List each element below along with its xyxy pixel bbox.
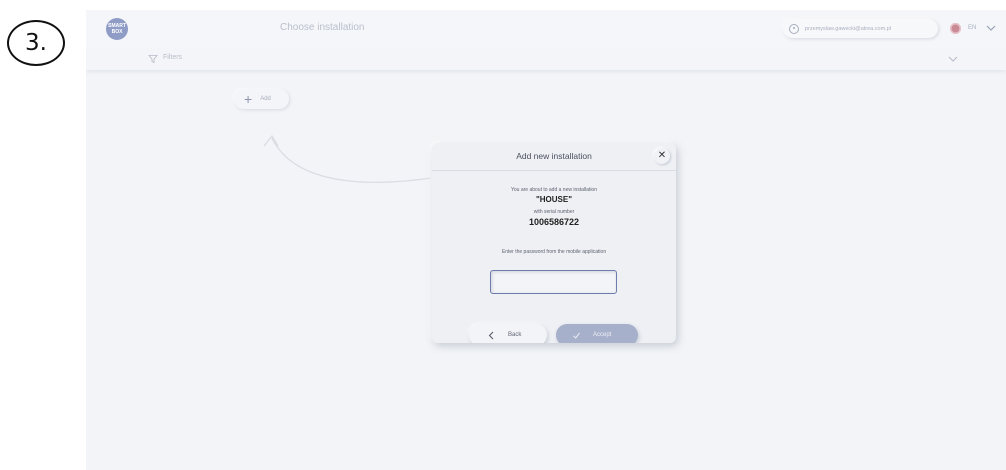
filter-icon bbox=[148, 55, 158, 64]
add-installation-button[interactable]: + Add bbox=[234, 89, 289, 109]
about-text: You are about to add a new installation bbox=[511, 187, 597, 193]
hint-arrow-icon bbox=[263, 134, 432, 183]
back-button[interactable]: Back bbox=[469, 324, 547, 343]
logo-text: SMART BOX bbox=[108, 23, 126, 35]
add-label: Add bbox=[260, 96, 271, 102]
dialog-title: Add new installation bbox=[516, 151, 592, 161]
check-icon bbox=[573, 332, 580, 339]
page-title: Choose installation bbox=[280, 22, 365, 33]
chevron-down-icon[interactable] bbox=[946, 52, 960, 66]
accept-button[interactable]: Accept bbox=[556, 324, 638, 343]
password-prompt: Enter the password from the mobile appli… bbox=[501, 249, 607, 255]
password-input[interactable] bbox=[490, 270, 617, 294]
plus-icon: + bbox=[244, 91, 253, 107]
app-window: SMART BOX Choose installation przemyslaw… bbox=[86, 10, 1006, 470]
filter-bar[interactable]: Filters bbox=[86, 48, 1006, 70]
chevron-left-icon bbox=[488, 331, 494, 339]
step-number-badge: 3. bbox=[7, 20, 65, 66]
close-icon[interactable]: ✕ bbox=[654, 148, 670, 164]
installation-name: "HOUSE" bbox=[535, 195, 573, 204]
chevron-down-icon[interactable] bbox=[984, 21, 998, 35]
step-number-label: 3. bbox=[25, 30, 47, 56]
add-installation-dialog: Add new installation ✕ You are about to … bbox=[432, 143, 676, 343]
serial-label: with serial number bbox=[533, 209, 575, 215]
user-account-chip[interactable]: przemyslaw.gawecki@atrea.com.pl bbox=[783, 19, 938, 38]
flag-icon[interactable] bbox=[950, 23, 961, 34]
accept-label: Accept bbox=[593, 332, 612, 338]
user-email: przemyslaw.gawecki@atrea.com.pl bbox=[805, 25, 891, 32]
user-icon bbox=[789, 23, 799, 34]
filter-label: Filters bbox=[163, 54, 183, 61]
app-header: SMART BOX Choose installation przemyslaw… bbox=[86, 10, 1006, 48]
dialog-header: Add new installation ✕ bbox=[432, 143, 676, 171]
serial-number: 1006586722 bbox=[528, 217, 580, 227]
screenshot-canvas: 3. SMART BOX Choose installation przemys… bbox=[0, 0, 1006, 470]
back-label: Back bbox=[508, 332, 522, 338]
logo-icon[interactable]: SMART BOX bbox=[106, 18, 128, 40]
language-code[interactable]: EN bbox=[968, 25, 976, 31]
